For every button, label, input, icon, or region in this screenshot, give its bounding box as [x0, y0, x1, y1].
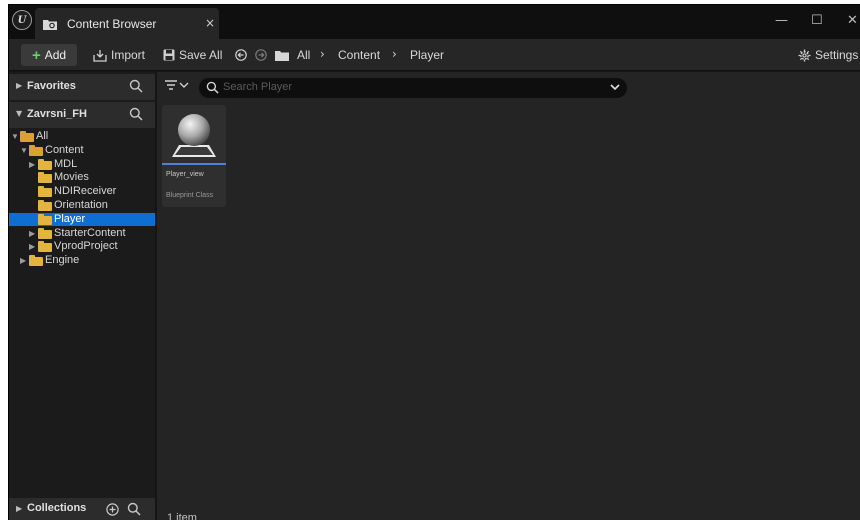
- import-icon: [93, 49, 107, 62]
- filter-icon: [165, 80, 177, 90]
- tree-item-label: Content: [45, 144, 84, 156]
- gear-icon: [798, 49, 811, 61]
- add-label: Add: [44, 48, 67, 62]
- tree-item-all[interactable]: ▼ All: [9, 130, 155, 143]
- expanded-arrow-icon: ▼: [11, 132, 19, 141]
- close-window-button[interactable]: ✕: [847, 13, 858, 28]
- minimize-button[interactable]: —: [775, 13, 788, 28]
- search-icon[interactable]: [129, 107, 143, 121]
- breadcrumb-separator-icon: ›: [392, 47, 397, 61]
- asset-view: Search Player Player_view Blueprint Clas…: [157, 72, 860, 520]
- folder-icon: [29, 255, 43, 266]
- breadcrumb-all[interactable]: All: [297, 48, 310, 62]
- forward-arrow-icon[interactable]: [255, 49, 267, 61]
- import-label: Import: [111, 48, 146, 62]
- collapsed-arrow-icon: ▶: [16, 81, 23, 90]
- tree-item-label: StarterContent: [54, 227, 126, 239]
- add-button[interactable]: + Add: [21, 44, 77, 66]
- content-browser-icon: [43, 20, 57, 30]
- asset-type-underline: [162, 163, 226, 165]
- collapsed-arrow-icon: ▶: [20, 256, 27, 265]
- settings-button[interactable]: Settings: [798, 48, 858, 62]
- chevron-down-icon: [179, 82, 189, 88]
- asset-tile[interactable]: Player_view Blueprint Class: [162, 105, 226, 207]
- tree-item-mdl[interactable]: ▶ MDL: [9, 158, 155, 171]
- tree-item-label: Engine: [45, 254, 80, 266]
- breadcrumb-separator-icon: ›: [320, 47, 325, 61]
- folder-icon: [38, 200, 52, 211]
- search-bar[interactable]: Search Player: [199, 78, 627, 98]
- maximize-button[interactable]: ☐: [811, 13, 823, 28]
- folder-icon: [38, 228, 52, 239]
- tab-close-icon[interactable]: ×: [205, 16, 215, 30]
- search-icon[interactable]: [127, 502, 141, 516]
- collapsed-arrow-icon: ▶: [29, 229, 36, 238]
- tree-item-label: All: [36, 130, 49, 142]
- expanded-arrow-icon: ▼: [20, 146, 28, 155]
- folder-icon: [38, 172, 52, 183]
- save-icon: [163, 49, 175, 61]
- collapsed-arrow-icon: ▶: [29, 160, 36, 169]
- folder-icon: [38, 159, 52, 170]
- asset-thumbnail: [162, 105, 226, 163]
- folder-icon: [275, 51, 289, 61]
- tab-content-browser[interactable]: Content Browser ×: [35, 8, 219, 39]
- folder-open-icon: [29, 145, 43, 156]
- search-icon: [206, 81, 219, 94]
- import-button[interactable]: Import: [93, 48, 145, 62]
- asset-name: Player_view: [166, 171, 204, 178]
- tree-item-movies[interactable]: Movies: [9, 171, 155, 184]
- tree-item-vprodproject[interactable]: ▶ VprodProject: [9, 240, 155, 253]
- folder-icon: [38, 241, 52, 252]
- folder-icon: [38, 214, 52, 225]
- sources-panel: ▶ Favorites ▼ Zavrsni_FH ▼ All ▼ Content…: [9, 72, 155, 520]
- tree-item-content[interactable]: ▼ Content: [9, 144, 155, 157]
- tree-item-label: Orientation: [54, 199, 108, 211]
- tree-item-label: NDIReceiver: [54, 185, 117, 197]
- tree-item-player[interactable]: Player: [9, 213, 155, 226]
- filter-button[interactable]: [165, 80, 189, 90]
- back-arrow-icon[interactable]: [235, 49, 247, 61]
- content-browser-window: U Content Browser × — ☐ ✕ + Add Import S…: [8, 4, 860, 520]
- tree-item-engine[interactable]: ▶ Engine: [9, 254, 155, 267]
- collapsed-arrow-icon: ▶: [29, 242, 36, 251]
- save-all-button[interactable]: Save All: [163, 48, 222, 62]
- favorites-header[interactable]: ▶ Favorites: [9, 74, 155, 100]
- search-input[interactable]: Search Player: [223, 81, 292, 93]
- tree-item-orientation[interactable]: Orientation: [9, 199, 155, 212]
- breadcrumb-player[interactable]: Player: [410, 48, 444, 62]
- tree-item-label: Player: [54, 213, 86, 225]
- favorites-label: Favorites: [27, 80, 76, 92]
- blueprint-sphere-icon: [172, 114, 216, 157]
- title-bar: U Content Browser × — ☐ ✕: [9, 5, 860, 39]
- plus-icon: +: [31, 46, 41, 64]
- folder-icon: [38, 186, 52, 197]
- tree-item-label: MDL: [54, 158, 78, 170]
- tree-item-label: VprodProject: [54, 240, 118, 252]
- collections-label: Collections: [27, 502, 87, 514]
- add-collection-icon[interactable]: [106, 503, 119, 516]
- tree-item-startercontent[interactable]: ▶ StarterContent: [9, 227, 155, 240]
- search-icon[interactable]: [129, 79, 143, 93]
- project-label: Zavrsni_FH: [27, 108, 87, 120]
- tree-item-label: Movies: [54, 171, 89, 183]
- item-count: 1 item: [167, 512, 197, 520]
- folder-open-icon: [20, 131, 34, 142]
- expanded-arrow-icon: ▼: [16, 109, 23, 118]
- breadcrumb-content[interactable]: Content: [338, 48, 380, 62]
- tab-title: Content Browser: [67, 17, 157, 31]
- chevron-down-icon[interactable]: [610, 83, 620, 91]
- collapsed-arrow-icon: ▶: [16, 504, 23, 513]
- asset-type: Blueprint Class: [166, 192, 214, 199]
- save-all-label: Save All: [179, 48, 223, 62]
- toolbar: + Add Import Save All All › Content › Pl…: [9, 39, 860, 71]
- tree-item-ndireceiver[interactable]: NDIReceiver: [9, 185, 155, 198]
- unreal-logo-icon: U: [12, 10, 32, 30]
- project-header[interactable]: ▼ Zavrsni_FH: [9, 102, 155, 128]
- collections-header[interactable]: ▶ Collections: [9, 498, 155, 520]
- settings-label: Settings: [815, 48, 859, 62]
